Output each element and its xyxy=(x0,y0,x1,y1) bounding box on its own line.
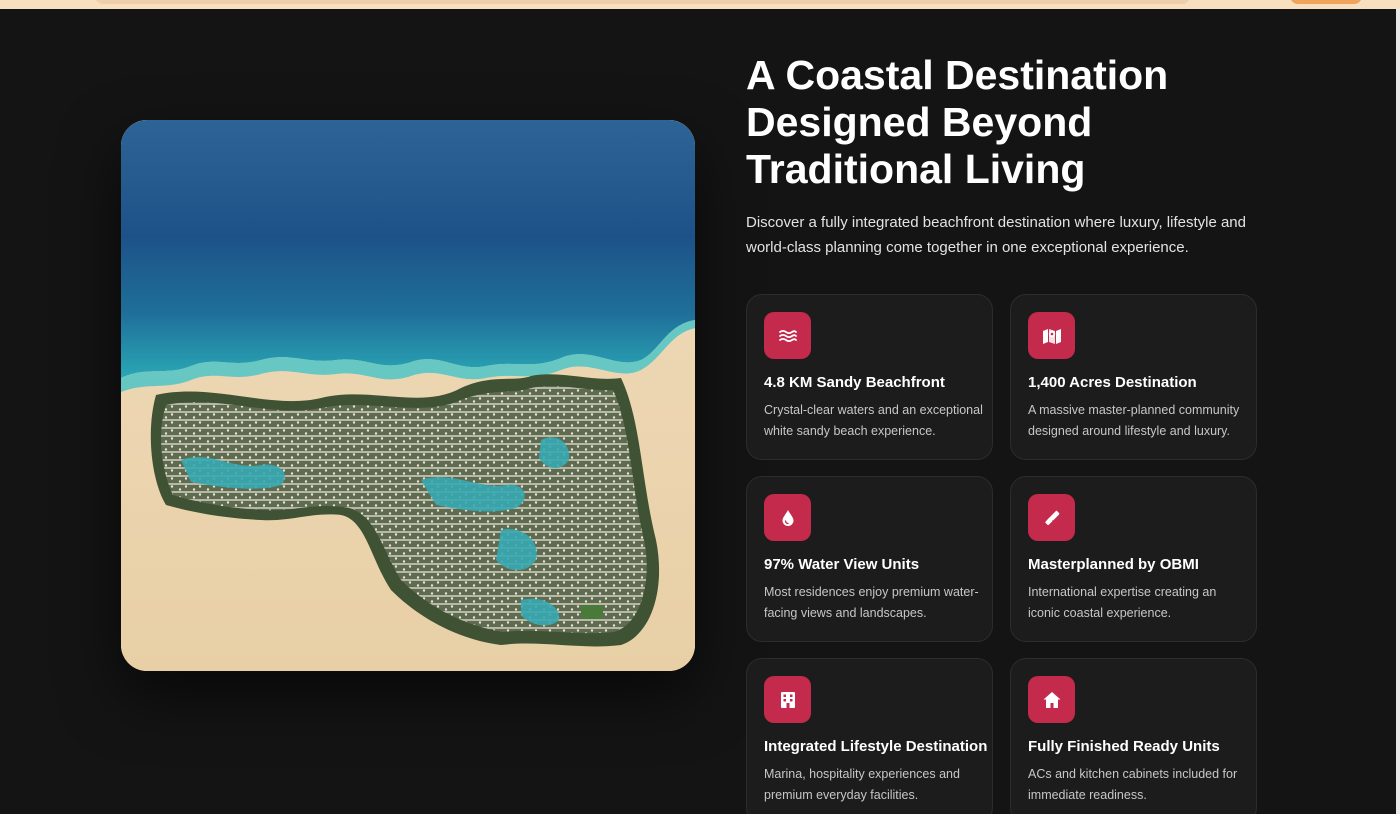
nav-pill xyxy=(95,0,1190,4)
feature-description: Most residences enjoy premium water-faci… xyxy=(764,585,979,620)
top-navigation-bar xyxy=(0,0,1400,9)
feature-title: Integrated Lifestyle Destination xyxy=(764,738,988,755)
feature-card-water-view: 97% Water View Units Most residences enj… xyxy=(746,476,993,642)
feature-title: 4.8 KM Sandy Beachfront xyxy=(764,374,945,391)
house-icon xyxy=(1028,676,1075,723)
water-drop-icon xyxy=(764,494,811,541)
pencil-ruler-icon xyxy=(1028,494,1075,541)
feature-card-beachfront: 4.8 KM Sandy Beachfront Crystal-clear wa… xyxy=(746,294,993,460)
map-icon xyxy=(1028,312,1075,359)
feature-card-acres: 1,400 Acres Destination A massive master… xyxy=(1010,294,1257,460)
feature-title: 1,400 Acres Destination xyxy=(1028,374,1197,391)
feature-description: Marina, hospitality experiences and prem… xyxy=(764,767,960,802)
nav-cta-button[interactable] xyxy=(1290,0,1362,4)
feature-title: 97% Water View Units xyxy=(764,556,920,573)
aerial-masterplan-illustration xyxy=(121,120,695,671)
feature-description: International expertise creating an icon… xyxy=(1028,585,1217,620)
water-waves-icon xyxy=(764,312,811,359)
feature-description: A massive master-planned community desig… xyxy=(1028,403,1240,438)
feature-description: ACs and kitchen cabinets included for im… xyxy=(1028,767,1238,802)
aerial-masterplan-image xyxy=(121,120,695,671)
feature-description: Crystal-clear waters and an exceptional … xyxy=(764,403,983,438)
feature-title: Fully Finished Ready Units xyxy=(1028,738,1220,755)
page-scrollbar[interactable] xyxy=(1396,9,1400,814)
section-title: A Coastal Destination Designed Beyond Tr… xyxy=(746,52,1169,192)
building-icon xyxy=(764,676,811,723)
section-intro: Discover a fully integrated beachfront d… xyxy=(746,214,1246,256)
feature-title: Masterplanned by OBMI xyxy=(1028,556,1199,573)
feature-card-lifestyle: Integrated Lifestyle Destination Marina,… xyxy=(746,658,993,814)
feature-card-masterplan: Masterplanned by OBMI International expe… xyxy=(1010,476,1257,642)
feature-card-ready-units: Fully Finished Ready Units ACs and kitch… xyxy=(1010,658,1257,814)
